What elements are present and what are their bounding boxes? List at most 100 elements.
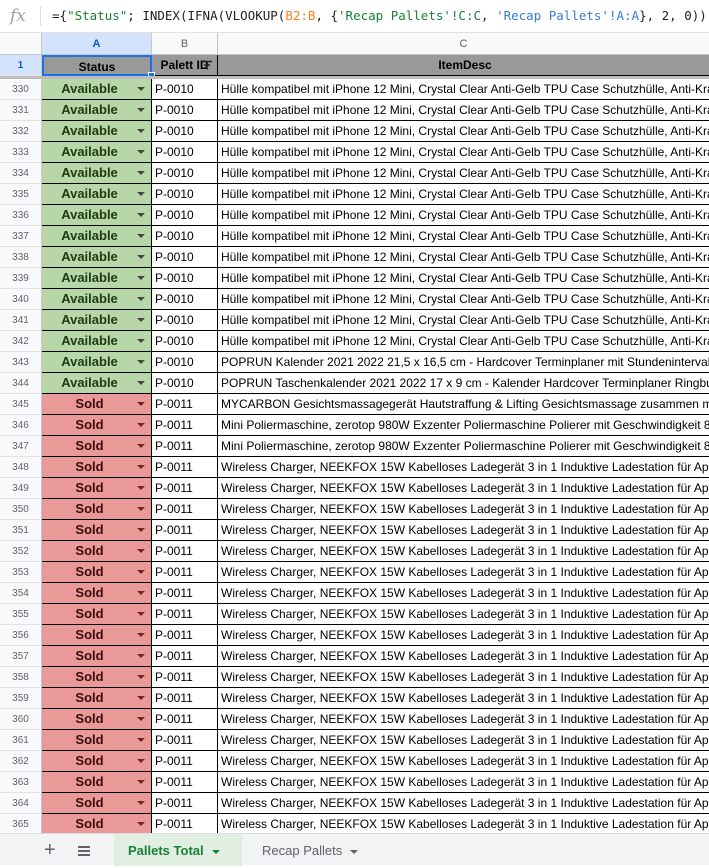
status-cell[interactable]: Sold [42, 625, 152, 646]
status-cell[interactable]: Available [42, 79, 152, 100]
formula-text[interactable]: ={"Status"; INDEX(IFNA(VLOOKUP(B2:B, {'R… [52, 8, 709, 23]
pallet-id-cell[interactable]: P-0010 [152, 226, 218, 247]
chevron-down-icon[interactable] [137, 486, 145, 490]
status-cell[interactable]: Available [42, 142, 152, 163]
status-cell[interactable]: Sold [42, 457, 152, 478]
status-cell[interactable]: Available [42, 121, 152, 142]
item-desc-cell[interactable]: Hülle kompatibel mit iPhone 12 Mini, Cry… [218, 121, 709, 142]
plus-icon[interactable]: + [44, 840, 56, 860]
column-header-b[interactable]: B [152, 33, 218, 55]
item-desc-cell[interactable]: Hülle kompatibel mit iPhone 12 Mini, Cry… [218, 268, 709, 289]
row-number[interactable]: 342 [0, 331, 42, 352]
status-cell[interactable]: Sold [42, 394, 152, 415]
pallet-id-cell[interactable]: P-0010 [152, 373, 218, 394]
status-cell[interactable]: Available [42, 247, 152, 268]
row-number[interactable]: 363 [0, 772, 42, 793]
row-number[interactable]: 331 [0, 100, 42, 121]
item-desc-cell[interactable]: Wireless Charger, NEEKFOX 15W Kabelloses… [218, 457, 709, 478]
status-cell[interactable]: Sold [42, 415, 152, 436]
item-desc-cell[interactable]: Hülle kompatibel mit iPhone 12 Mini, Cry… [218, 163, 709, 184]
status-cell[interactable]: Available [42, 268, 152, 289]
item-desc-cell[interactable]: Wireless Charger, NEEKFOX 15W Kabelloses… [218, 793, 709, 814]
pallet-id-cell[interactable]: P-0011 [152, 772, 218, 793]
chevron-down-icon[interactable] [137, 780, 145, 784]
hamburger-icon[interactable] [78, 846, 90, 856]
row-number[interactable]: 356 [0, 625, 42, 646]
status-cell[interactable]: Available [42, 163, 152, 184]
item-desc-cell[interactable]: Hülle kompatibel mit iPhone 12 Mini, Cry… [218, 310, 709, 331]
chevron-down-icon[interactable] [137, 507, 145, 511]
item-desc-cell[interactable]: Wireless Charger, NEEKFOX 15W Kabelloses… [218, 814, 709, 833]
chevron-down-icon[interactable] [137, 276, 145, 280]
chevron-down-icon[interactable] [137, 612, 145, 616]
pallet-id-cell[interactable]: P-0010 [152, 352, 218, 373]
item-desc-cell[interactable]: Wireless Charger, NEEKFOX 15W Kabelloses… [218, 562, 709, 583]
status-cell[interactable]: Sold [42, 583, 152, 604]
row-number[interactable]: 334 [0, 163, 42, 184]
status-cell[interactable]: Available [42, 226, 152, 247]
status-cell[interactable]: Available [42, 100, 152, 121]
chevron-down-icon[interactable] [137, 192, 145, 196]
row-number[interactable]: 346 [0, 415, 42, 436]
pallet-id-cell[interactable]: P-0011 [152, 709, 218, 730]
item-desc-cell[interactable]: POPRUN Kalender 2021 2022 21,5 x 16,5 cm… [218, 352, 709, 373]
chevron-down-icon[interactable] [137, 570, 145, 574]
row-number[interactable]: 341 [0, 310, 42, 331]
item-desc-cell[interactable]: Wireless Charger, NEEKFOX 15W Kabelloses… [218, 541, 709, 562]
chevron-down-icon[interactable] [137, 633, 145, 637]
row-number[interactable]: 365 [0, 814, 42, 833]
row-number[interactable]: 354 [0, 583, 42, 604]
row-number[interactable]: 364 [0, 793, 42, 814]
row-number[interactable]: 359 [0, 688, 42, 709]
chevron-down-icon[interactable] [137, 108, 145, 112]
tab-pallets-total[interactable]: Pallets Total [114, 834, 242, 866]
chevron-down-icon[interactable] [137, 675, 145, 679]
row-number[interactable]: 332 [0, 121, 42, 142]
chevron-down-icon[interactable] [137, 591, 145, 595]
status-cell[interactable]: Sold [42, 793, 152, 814]
pallet-id-cell[interactable]: P-0010 [152, 142, 218, 163]
chevron-down-icon[interactable] [211, 849, 220, 854]
item-desc-cell[interactable]: POPRUN Taschenkalender 2021 2022 17 x 9 … [218, 373, 709, 394]
pallet-id-cell[interactable]: P-0011 [152, 478, 218, 499]
pallet-id-cell[interactable]: P-0011 [152, 646, 218, 667]
chevron-down-icon[interactable] [137, 171, 145, 175]
header-cell-item-desc[interactable]: ItemDesc [218, 55, 709, 76]
status-cell[interactable]: Sold [42, 751, 152, 772]
header-cell-pallet-id[interactable]: Palett ID [152, 55, 218, 76]
chevron-down-icon[interactable] [137, 318, 145, 322]
pallet-id-cell[interactable]: P-0011 [152, 793, 218, 814]
item-desc-cell[interactable]: Wireless Charger, NEEKFOX 15W Kabelloses… [218, 625, 709, 646]
row-number[interactable]: 357 [0, 646, 42, 667]
chevron-down-icon[interactable] [137, 444, 145, 448]
pallet-id-cell[interactable]: P-0011 [152, 604, 218, 625]
item-desc-cell[interactable]: Wireless Charger, NEEKFOX 15W Kabelloses… [218, 520, 709, 541]
item-desc-cell[interactable]: Wireless Charger, NEEKFOX 15W Kabelloses… [218, 604, 709, 625]
pallet-id-cell[interactable]: P-0011 [152, 541, 218, 562]
chevron-down-icon[interactable] [137, 234, 145, 238]
chevron-down-icon[interactable] [137, 150, 145, 154]
header-cell-status[interactable]: Status [42, 55, 152, 76]
chevron-down-icon[interactable] [137, 402, 145, 406]
row-number[interactable]: 339 [0, 268, 42, 289]
pallet-id-cell[interactable]: P-0010 [152, 100, 218, 121]
item-desc-cell[interactable]: Wireless Charger, NEEKFOX 15W Kabelloses… [218, 730, 709, 751]
item-desc-cell[interactable]: Hülle kompatibel mit iPhone 12 Mini, Cry… [218, 100, 709, 121]
item-desc-cell[interactable]: Wireless Charger, NEEKFOX 15W Kabelloses… [218, 583, 709, 604]
pallet-id-cell[interactable]: P-0011 [152, 814, 218, 833]
status-cell[interactable]: Available [42, 352, 152, 373]
row-number[interactable]: 338 [0, 247, 42, 268]
pallet-id-cell[interactable]: P-0011 [152, 751, 218, 772]
status-cell[interactable]: Sold [42, 730, 152, 751]
pallet-id-cell[interactable]: P-0010 [152, 79, 218, 100]
pallet-id-cell[interactable]: P-0011 [152, 520, 218, 541]
status-cell[interactable]: Available [42, 289, 152, 310]
pallet-id-cell[interactable]: P-0010 [152, 121, 218, 142]
pallet-id-cell[interactable]: P-0010 [152, 331, 218, 352]
status-cell[interactable]: Available [42, 331, 152, 352]
row-number[interactable]: 349 [0, 478, 42, 499]
pallet-id-cell[interactable]: P-0011 [152, 583, 218, 604]
chevron-down-icon[interactable] [137, 213, 145, 217]
row-number[interactable]: 353 [0, 562, 42, 583]
item-desc-cell[interactable]: Wireless Charger, NEEKFOX 15W Kabelloses… [218, 667, 709, 688]
